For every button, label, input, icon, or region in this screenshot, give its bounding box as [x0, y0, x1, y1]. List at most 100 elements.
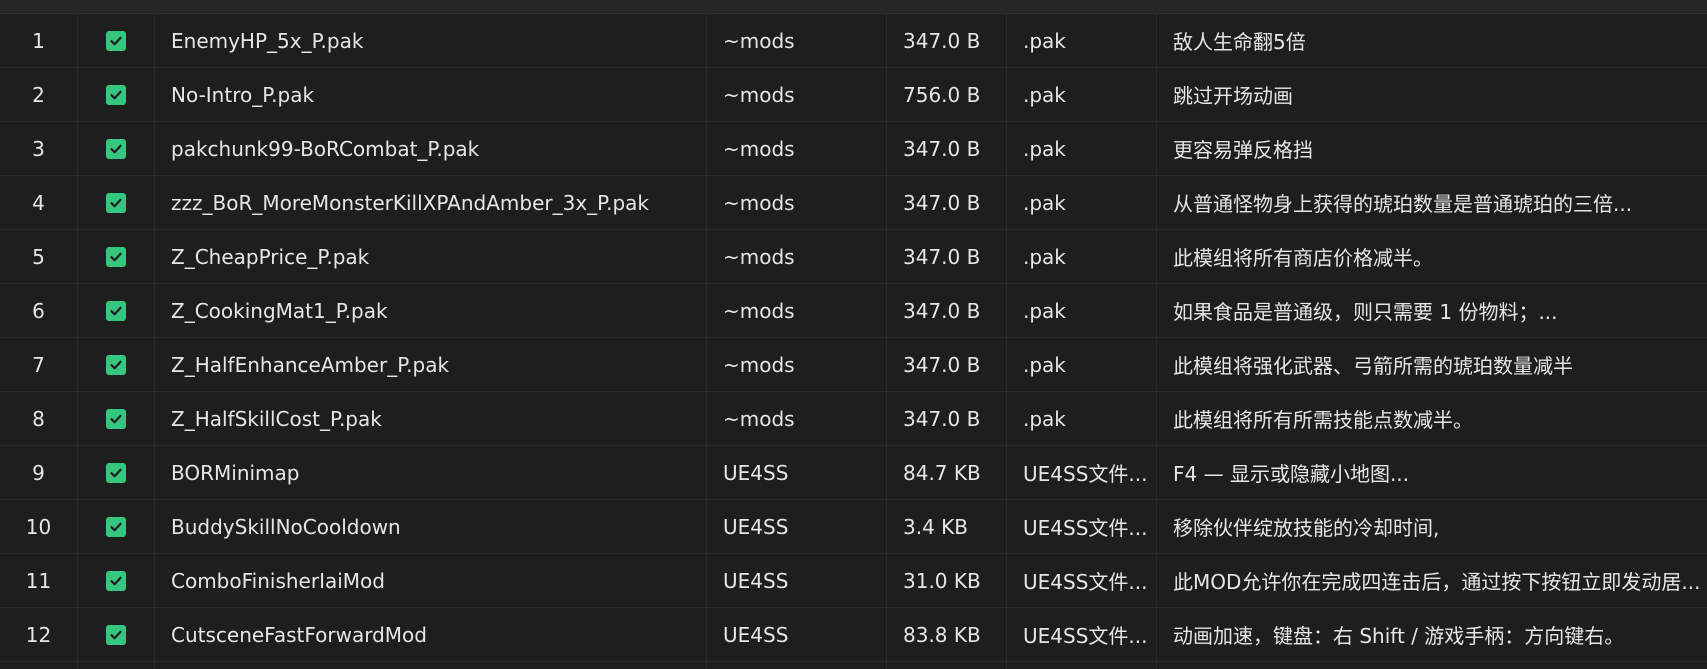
checkbox-checked-icon[interactable]	[106, 84, 126, 105]
cell-dir: ~mods	[723, 298, 795, 323]
enable-checkbox[interactable]	[78, 14, 155, 67]
table-row[interactable]: 6 Z_CookingMat1_P.pak ~mods 347.0 B .pak…	[0, 284, 1707, 338]
table-header-strip	[0, 0, 1707, 14]
cell-type: .pak	[1023, 136, 1066, 161]
mod-name: EnemyHP_5x_P.pak	[155, 14, 707, 67]
checkbox-checked-icon[interactable]	[106, 246, 126, 267]
row-index: 5	[0, 230, 78, 283]
mod-directory: UE4SS	[707, 446, 887, 499]
cell-size: 83.8 KB	[903, 622, 981, 647]
cell-name: pakchunk99-BoRCombat_P.pak	[171, 136, 480, 161]
cell-index: 3	[32, 136, 45, 161]
cell-dir: ~mods	[723, 136, 795, 161]
enable-checkbox[interactable]	[78, 284, 155, 337]
checkbox-checked-icon[interactable]	[106, 462, 126, 483]
enable-checkbox[interactable]	[78, 500, 155, 553]
cell-index: 10	[25, 514, 52, 539]
cell-desc: 移除伙伴绽放技能的冷却时间,	[1173, 516, 1440, 540]
cell-size: 756.0 B	[903, 82, 981, 107]
mod-description: 此模组将所有所需技能点数减半。	[1157, 392, 1707, 445]
enable-checkbox[interactable]	[78, 176, 155, 229]
mod-name: Z_CheapPrice_P.pak	[155, 230, 707, 283]
cell-desc: 此模组将强化武器、弓箭所需的琥珀数量减半	[1173, 354, 1573, 378]
checkbox-checked-icon[interactable]	[106, 138, 126, 159]
mod-directory: ~mods	[707, 230, 887, 283]
cell-desc: 如果食品是普通级，则只需要 1 份物料；...	[1173, 300, 1558, 324]
cell-type: .pak	[1023, 82, 1066, 107]
cell-size: 347.0 B	[903, 406, 981, 431]
table-row[interactable]: 3 pakchunk99-BoRCombat_P.pak ~mods 347.0…	[0, 122, 1707, 176]
cell-type: .pak	[1023, 298, 1066, 323]
cell-type: .pak	[1023, 244, 1066, 269]
checkbox-checked-icon[interactable]	[106, 30, 126, 51]
cell-type: .pak	[1023, 190, 1066, 215]
mod-size: 347.0 B	[887, 230, 1007, 283]
cell-size: 347.0 B	[903, 190, 981, 215]
mod-description: 动画加速，键盘：右 Shift / 游戏手柄：方向键右。	[1157, 608, 1707, 661]
table-row[interactable]: 10 BuddySkillNoCooldown UE4SS 3.4 KB UE4…	[0, 500, 1707, 554]
checkbox-checked-icon[interactable]	[106, 516, 126, 537]
mod-directory: ~mods	[707, 68, 887, 121]
mod-type: UE4SS文件...	[1007, 554, 1157, 607]
cell-size: 347.0 B	[903, 28, 981, 53]
enable-checkbox[interactable]	[78, 446, 155, 499]
cell-type: UE4SS文件...	[1023, 516, 1148, 540]
enable-checkbox[interactable]	[78, 338, 155, 391]
cell-dir: UE4SS	[723, 460, 789, 485]
table-row[interactable]: 9 BORMinimap UE4SS 84.7 KB UE4SS文件... F4…	[0, 446, 1707, 500]
mod-size: 347.0 B	[887, 392, 1007, 445]
mod-name: ComboFinisherIaiMod	[155, 554, 707, 607]
cell-desc: 此模组将所有所需技能点数减半。	[1173, 408, 1473, 432]
mod-description: 如果食品是普通级，则只需要 1 份物料；...	[1157, 284, 1707, 337]
enable-checkbox[interactable]	[78, 608, 155, 661]
checkbox-checked-icon[interactable]	[106, 354, 126, 375]
cell-type: .pak	[1023, 406, 1066, 431]
mod-name: BuddySkillNoCooldown	[155, 500, 707, 553]
cell-index: 7	[32, 352, 45, 377]
table-row[interactable]: 5 Z_CheapPrice_P.pak ~mods 347.0 B .pak …	[0, 230, 1707, 284]
mod-description: 更容易弹反格挡	[1157, 122, 1707, 175]
mod-description: 敌人生命翻5倍	[1157, 14, 1707, 67]
mod-directory: ~mods	[707, 176, 887, 229]
checkbox-checked-icon[interactable]	[106, 570, 126, 591]
row-index: 2	[0, 68, 78, 121]
cell-name: Z_CookingMat1_P.pak	[171, 298, 388, 323]
mod-size: 31.0 KB	[887, 554, 1007, 607]
cell-dir: UE4SS	[723, 568, 789, 593]
table-footer-strip	[0, 662, 1707, 669]
row-index: 4	[0, 176, 78, 229]
enable-checkbox[interactable]	[78, 554, 155, 607]
cell-desc: 从普通怪物身上获得的琥珀数量是普通琥珀的三倍...	[1173, 192, 1633, 216]
checkbox-checked-icon[interactable]	[106, 408, 126, 429]
enable-checkbox[interactable]	[78, 230, 155, 283]
cell-dir: ~mods	[723, 190, 795, 215]
table-row[interactable]: 7 Z_HalfEnhanceAmber_P.pak ~mods 347.0 B…	[0, 338, 1707, 392]
cell-dir: ~mods	[723, 352, 795, 377]
table-row[interactable]: 11 ComboFinisherIaiMod UE4SS 31.0 KB UE4…	[0, 554, 1707, 608]
table-row[interactable]: 2 No-Intro_P.pak ~mods 756.0 B .pak 跳过开场…	[0, 68, 1707, 122]
row-index: 10	[0, 500, 78, 553]
cell-name: EnemyHP_5x_P.pak	[171, 28, 364, 53]
checkbox-checked-icon[interactable]	[106, 624, 126, 645]
checkbox-checked-icon[interactable]	[106, 192, 126, 213]
cell-index: 4	[32, 190, 45, 215]
table-row[interactable]: 8 Z_HalfSkillCost_P.pak ~mods 347.0 B .p…	[0, 392, 1707, 446]
table-row[interactable]: 12 CutsceneFastForwardMod UE4SS 83.8 KB …	[0, 608, 1707, 662]
table-row[interactable]: 4 zzz_BoR_MoreMonsterKillXPAndAmber_3x_P…	[0, 176, 1707, 230]
cell-name: BORMinimap	[171, 460, 300, 485]
row-index: 11	[0, 554, 78, 607]
mod-description: 此MOD允许你在完成四连击后，通过按下按钮立即发动居...	[1157, 554, 1707, 607]
row-index: 9	[0, 446, 78, 499]
enable-checkbox[interactable]	[78, 392, 155, 445]
mod-type: .pak	[1007, 122, 1157, 175]
enable-checkbox[interactable]	[78, 122, 155, 175]
checkbox-checked-icon[interactable]	[106, 300, 126, 321]
cell-desc: 敌人生命翻5倍	[1173, 30, 1306, 54]
cell-index: 1	[32, 28, 45, 53]
mod-directory: UE4SS	[707, 500, 887, 553]
cell-type: UE4SS文件...	[1023, 570, 1148, 594]
enable-checkbox[interactable]	[78, 68, 155, 121]
cell-dir: ~mods	[723, 244, 795, 269]
table-row[interactable]: 1 EnemyHP_5x_P.pak ~mods 347.0 B .pak 敌人…	[0, 14, 1707, 68]
mod-size: 3.4 KB	[887, 500, 1007, 553]
